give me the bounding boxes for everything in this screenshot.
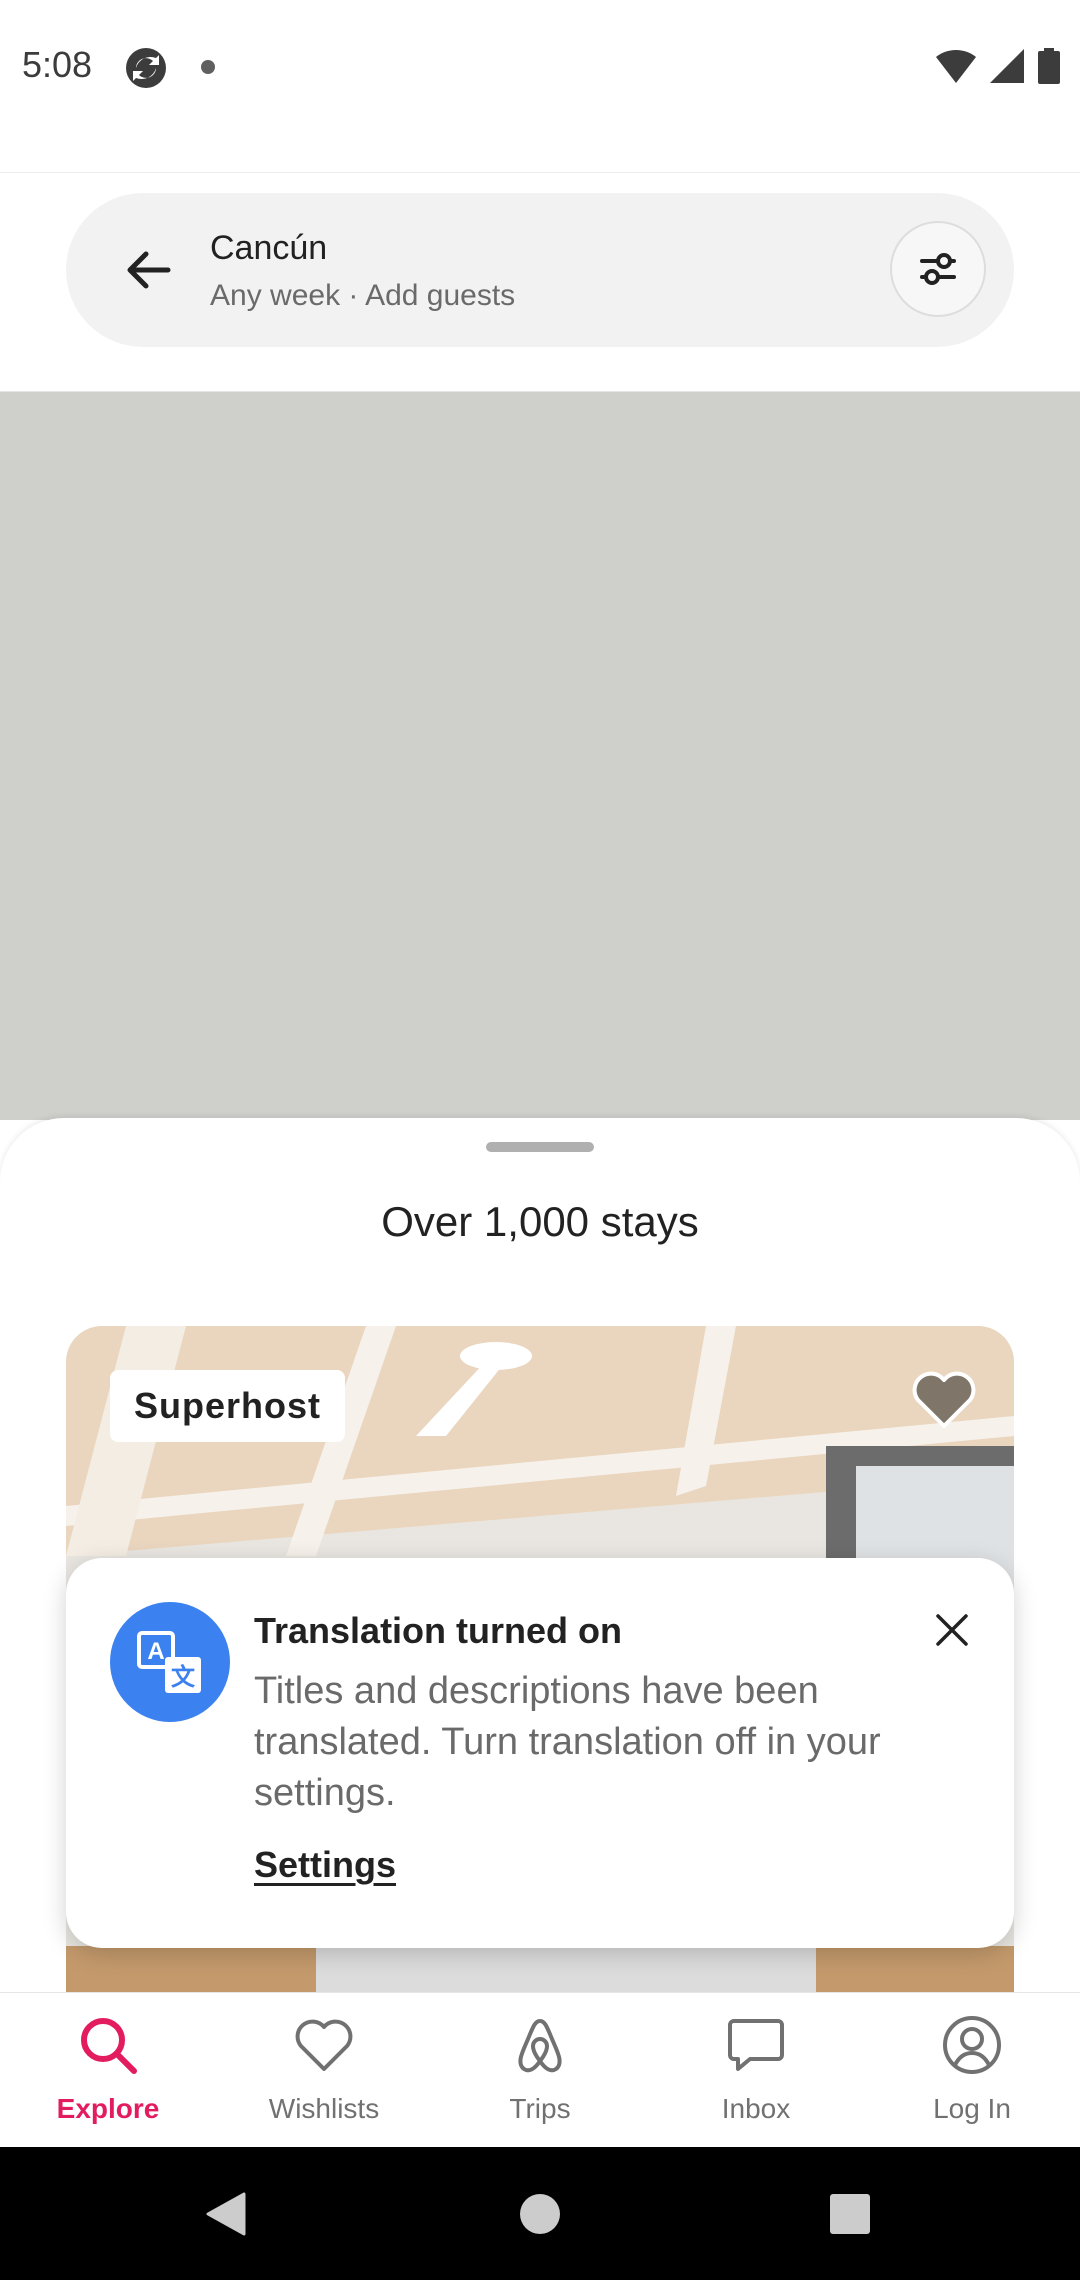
nav-label-login: Log In xyxy=(933,2093,1011,2124)
translation-toast: A 文 Translation turned on Titles and des… xyxy=(66,1558,1014,1948)
nav-item-login[interactable]: Log In xyxy=(864,1993,1080,2148)
nav-item-trips[interactable]: Trips xyxy=(432,1993,648,2148)
nav-item-wishlists[interactable]: Wishlists xyxy=(216,1993,432,2148)
svg-text:文: 文 xyxy=(171,1663,196,1691)
nav-label-explore: Explore xyxy=(56,2093,160,2124)
profile-icon xyxy=(943,2016,1001,2074)
nav-label-trips: Trips xyxy=(509,2093,571,2124)
battery-icon xyxy=(1038,47,1060,89)
nav-label-wishlists: Wishlists xyxy=(268,2093,380,2124)
arrow-left-icon xyxy=(127,251,171,289)
heart-icon xyxy=(912,1371,976,1428)
back-button[interactable] xyxy=(106,228,190,312)
signal-icon xyxy=(990,48,1024,88)
close-button[interactable] xyxy=(920,1598,984,1662)
superhost-badge: Superhost xyxy=(110,1370,346,1442)
home-circle-icon xyxy=(520,2193,560,2234)
filter-sliders-icon xyxy=(920,253,956,285)
wifi-icon xyxy=(936,49,976,88)
status-right-icons xyxy=(936,46,1060,90)
bottom-nav: Explore Wishlists Trips Inbox Log In xyxy=(0,1992,1080,2148)
filter-button[interactable] xyxy=(890,221,986,317)
recents-square-icon xyxy=(830,2193,870,2234)
system-recents-button[interactable] xyxy=(790,2147,910,2280)
svg-text:A: A xyxy=(147,1638,164,1665)
search-icon xyxy=(81,2018,137,2074)
sync-app-icon xyxy=(124,46,168,90)
settings-link[interactable]: Settings xyxy=(254,1844,396,1886)
search-header: Cancún Any week · Add guests xyxy=(0,172,1080,392)
translate-icon: A 文 xyxy=(110,1602,230,1722)
status-bar: 5:08 xyxy=(0,0,1080,136)
close-icon xyxy=(936,1614,968,1646)
status-time: 5:08 xyxy=(22,44,93,85)
notification-dot xyxy=(201,60,215,74)
heart-icon xyxy=(295,2019,353,2071)
search-location: Cancún xyxy=(210,229,328,267)
search-details: Any week · Add guests xyxy=(210,279,516,312)
toast-body: Titles and descriptions have been transl… xyxy=(254,1670,881,1814)
message-icon xyxy=(728,2019,784,2071)
airbnb-logo-icon xyxy=(518,2019,562,2073)
search-pill[interactable]: Cancún Any week · Add guests xyxy=(66,193,1014,347)
back-triangle-icon xyxy=(206,2192,246,2235)
map-area[interactable] xyxy=(0,392,1080,1120)
toast-title: Translation turned on xyxy=(254,1610,623,1651)
nav-item-explore[interactable]: Explore xyxy=(0,1993,216,2148)
nav-item-inbox[interactable]: Inbox xyxy=(648,1993,864,2148)
system-nav-bar xyxy=(0,2147,1080,2280)
results-count: Over 1,000 stays xyxy=(381,1198,699,1245)
system-back-button[interactable] xyxy=(166,2147,286,2280)
nav-label-inbox: Inbox xyxy=(721,2093,791,2124)
sheet-drag-handle[interactable] xyxy=(486,1142,594,1152)
wishlist-button[interactable] xyxy=(910,1366,978,1434)
system-home-button[interactable] xyxy=(480,2147,600,2280)
